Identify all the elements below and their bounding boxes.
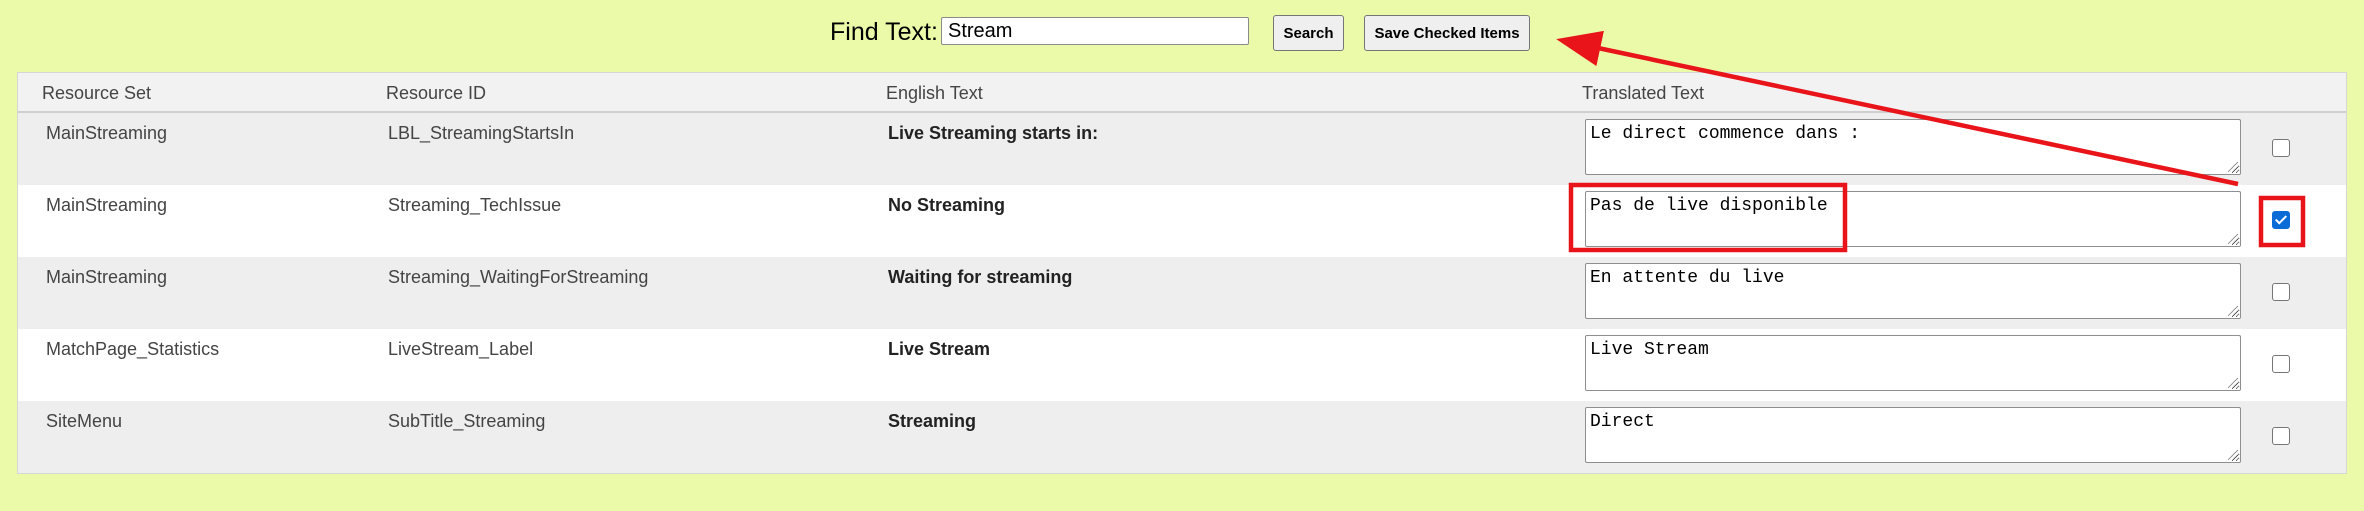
resource-id-cell: LBL_StreamingStartsIn	[388, 123, 575, 143]
resize-handle-icon[interactable]	[2228, 234, 2238, 244]
resource-set-cell: MatchPage_Statistics	[46, 339, 220, 359]
resource-id-cell: SubTitle_Streaming	[388, 411, 546, 431]
resource-id-cell: Streaming_TechIssue	[388, 195, 562, 215]
translated-text-input[interactable]: Direct	[1585, 407, 2241, 463]
header-resource-id: Resource ID	[386, 83, 487, 103]
table-row: MatchPage_Statistics LiveStream_Label Li…	[18, 329, 2346, 401]
header-english-text: English Text	[886, 83, 983, 103]
search-button[interactable]: Search	[1273, 15, 1344, 51]
resize-handle-icon[interactable]	[2228, 378, 2238, 388]
english-text-cell: Live Streaming starts in:	[888, 123, 1099, 143]
row-checkbox[interactable]	[2272, 211, 2290, 229]
row-checkbox[interactable]	[2272, 283, 2290, 301]
table-row: MainStreaming Streaming_WaitingForStream…	[18, 257, 2346, 329]
english-text-cell: Waiting for streaming	[888, 267, 1073, 287]
resource-set-cell: MainStreaming	[46, 123, 168, 143]
resource-id-cell: Streaming_WaitingForStreaming	[388, 267, 649, 287]
resource-id-cell: LiveStream_Label	[388, 339, 534, 359]
row-checkbox[interactable]	[2272, 355, 2290, 373]
resources-table: Resource Set Resource ID English Text Tr…	[17, 72, 2347, 474]
translated-text-input[interactable]: En attente du live	[1585, 263, 2241, 319]
table-row: SiteMenu SubTitle_Streaming Streaming Di…	[18, 401, 2346, 473]
resource-set-cell: SiteMenu	[46, 411, 123, 431]
search-toolbar: Find Text: Search Save Checked Items	[0, 14, 2364, 54]
translated-text-input[interactable]: Pas de live disponible	[1585, 191, 2241, 247]
resize-handle-icon[interactable]	[2228, 162, 2238, 172]
english-text-cell: Streaming	[888, 411, 977, 431]
resource-set-cell: MainStreaming	[46, 195, 168, 215]
row-checkbox[interactable]	[2272, 427, 2290, 445]
find-text-label: Find Text:	[830, 18, 938, 46]
resource-set-cell: MainStreaming	[46, 267, 168, 287]
find-text-input[interactable]	[941, 17, 1249, 45]
table-row: MainStreaming LBL_StreamingStartsIn Live…	[18, 113, 2346, 185]
header-resource-set: Resource Set	[42, 83, 152, 103]
table-row: MainStreaming Streaming_TechIssue No Str…	[18, 185, 2346, 257]
translated-text-input[interactable]: Le direct commence dans :	[1585, 119, 2241, 175]
english-text-cell: Live Stream	[888, 339, 991, 359]
resize-handle-icon[interactable]	[2228, 450, 2238, 460]
translated-text-input[interactable]: Live Stream	[1585, 335, 2241, 391]
save-checked-items-button[interactable]: Save Checked Items	[1364, 15, 1530, 51]
resize-handle-icon[interactable]	[2228, 306, 2238, 316]
table-header: Resource Set Resource ID English Text Tr…	[18, 73, 2346, 113]
header-translated-text: Translated Text	[1582, 83, 1705, 103]
english-text-cell: No Streaming	[888, 195, 1006, 215]
row-checkbox[interactable]	[2272, 139, 2290, 157]
